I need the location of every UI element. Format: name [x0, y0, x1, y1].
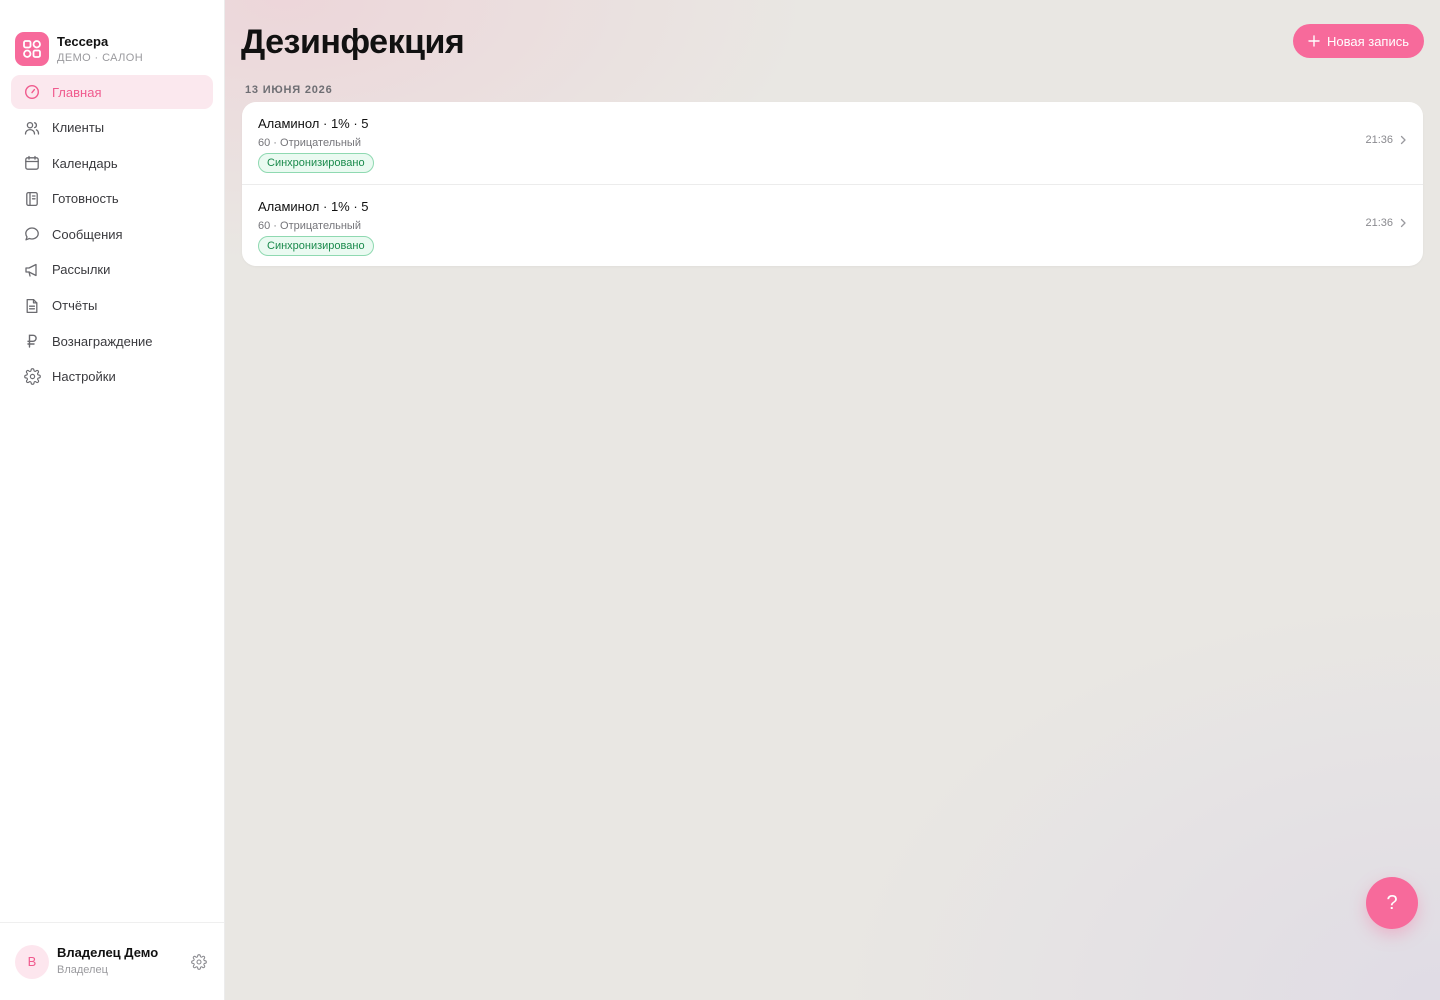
megaphone-icon — [23, 261, 41, 279]
document-icon — [23, 297, 41, 315]
brand-subtitle: ДЕМО · САЛОН — [57, 51, 144, 64]
user-name: Владелец Демо — [57, 945, 159, 960]
sidebar-nav: Главная Клиенты Календарь Готовность Соо… — [0, 75, 224, 395]
date-group-label: 13 ИЮНЯ 2026 — [245, 84, 333, 96]
status-badge: Синхронизировано — [258, 153, 374, 173]
gear-icon — [191, 953, 207, 970]
sidebar-item-rewards[interactable]: Вознаграждение — [11, 324, 213, 358]
brand[interactable]: Тессера ДЕМО · САЛОН — [0, 0, 224, 75]
list-item[interactable]: Аламинол · 1% · 5 60 · Отрицательный Син… — [242, 102, 1423, 184]
sidebar-item-label: Главная — [52, 84, 102, 100]
app-root: Тессера ДЕМО · САЛОН Главная Клиенты Кал… — [0, 0, 1440, 1000]
users-icon — [23, 119, 41, 137]
user-panel: В Владелец Демо Владелец — [0, 922, 224, 1000]
sidebar-item-label: Календарь — [52, 155, 118, 171]
record-subtitle: 60 · Отрицательный — [258, 220, 361, 232]
chevron-right-icon — [1399, 135, 1407, 145]
sidebar-item-settings[interactable]: Настройки — [11, 360, 213, 394]
sidebar-item-calendar[interactable]: Календарь — [11, 146, 213, 180]
sidebar-item-label: Отчёты — [52, 298, 98, 314]
user-settings-button[interactable] — [189, 952, 209, 972]
sidebar-item-readiness[interactable]: Готовность — [11, 182, 213, 216]
record-time: 21:36 — [1365, 217, 1393, 229]
chevron-right-icon — [1399, 218, 1407, 228]
help-button[interactable]: ? — [1366, 877, 1418, 929]
chat-bubble-icon — [23, 225, 41, 243]
sidebar-item-messages[interactable]: Сообщения — [11, 217, 213, 251]
new-record-button[interactable]: Новая запись — [1292, 24, 1424, 58]
gear-icon — [23, 368, 41, 386]
record-title: Аламинол · 1% · 5 — [258, 116, 369, 131]
record-subtitle: 60 · Отрицательный — [258, 137, 361, 149]
sidebar-item-mailings[interactable]: Рассылки — [11, 253, 213, 287]
sidebar-item-label: Готовность — [52, 191, 119, 207]
plus-icon — [1308, 35, 1320, 47]
sidebar-item-label: Клиенты — [52, 120, 105, 136]
ruble-icon — [23, 332, 41, 350]
status-badge: Синхронизировано — [258, 236, 374, 256]
user-role: Владелец — [57, 964, 108, 976]
record-title: Аламинол · 1% · 5 — [258, 199, 369, 214]
sidebar-item-label: Сообщения — [52, 226, 123, 242]
sidebar: Тессера ДЕМО · САЛОН Главная Клиенты Кал… — [0, 0, 225, 1000]
avatar[interactable]: В — [15, 944, 49, 979]
sidebar-item-label: Вознаграждение — [52, 333, 153, 349]
sidebar-item-reports[interactable]: Отчёты — [11, 289, 213, 323]
new-record-label: Новая запись — [1326, 33, 1409, 49]
sidebar-item-label: Рассылки — [52, 262, 111, 278]
sidebar-item-clients[interactable]: Клиенты — [11, 111, 213, 145]
notebook-icon — [23, 190, 41, 208]
sidebar-item-home[interactable]: Главная — [11, 75, 213, 109]
record-time: 21:36 — [1365, 134, 1393, 146]
brand-name: Тессера — [57, 33, 109, 49]
list-item[interactable]: Аламинол · 1% · 5 60 · Отрицательный Син… — [242, 184, 1423, 266]
sidebar-item-label: Настройки — [52, 369, 116, 385]
gauge-icon — [23, 83, 41, 101]
main-content: Дезинфекция Новая запись 13 ИЮНЯ 2026 Ал… — [225, 0, 1440, 1000]
app-logo-icon — [15, 32, 49, 66]
page-title: Дезинфекция — [241, 23, 465, 61]
records-list: Аламинол · 1% · 5 60 · Отрицательный Син… — [242, 102, 1423, 266]
calendar-icon — [23, 154, 41, 172]
